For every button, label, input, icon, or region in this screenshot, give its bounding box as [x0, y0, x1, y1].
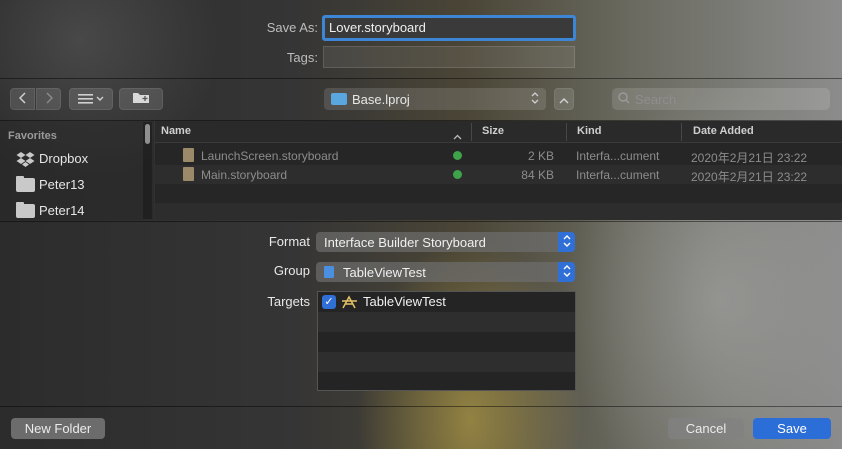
tags-input[interactable] — [323, 46, 575, 68]
file-kind: Interfa...cument — [576, 168, 660, 182]
column-header-kind[interactable]: Kind — [577, 125, 601, 137]
column-header-name[interactable]: Name — [161, 125, 191, 137]
group-label: Group — [273, 263, 310, 278]
targets-label: Targets — [267, 294, 310, 309]
checkmark-status-icon — [453, 151, 462, 160]
column-divider[interactable] — [566, 123, 567, 141]
divider — [0, 406, 842, 407]
divider — [0, 221, 842, 222]
updown-chevron-icon — [558, 232, 575, 252]
table-row[interactable]: Main.storyboard 84 KB Interfa...cument 2… — [155, 165, 842, 184]
table-row-empty — [155, 184, 842, 203]
updown-chevron-icon — [531, 91, 539, 108]
file-name: LaunchScreen.storyboard — [201, 149, 339, 163]
sort-chevron-icon — [453, 128, 462, 143]
file-kind: Interfa...cument — [576, 149, 660, 163]
save-dialog: Save As: Lover.storyboard Tags: Base.lpr… — [0, 0, 842, 449]
column-header-date-added[interactable]: Date Added — [693, 125, 754, 137]
new-folder-button[interactable]: New Folder — [11, 418, 105, 439]
location-popup[interactable]: Base.lproj — [324, 88, 546, 110]
file-date-added: 2020年2月21日 23:22 — [691, 170, 808, 184]
format-value: Interface Builder Storyboard — [324, 234, 486, 250]
save-button[interactable]: Save — [753, 418, 831, 439]
cancel-button[interactable]: Cancel — [668, 418, 744, 439]
sidebar-item-label: Dropbox — [39, 151, 89, 166]
target-row-empty — [318, 372, 575, 390]
sidebar: Favorites Dropbox Peter13 Peter14 — [0, 121, 154, 220]
table-header: Name Size Kind Date Added — [155, 121, 842, 143]
storyboard-file-icon — [183, 148, 194, 162]
column-header-size[interactable]: Size — [482, 125, 504, 137]
tags-label: Tags: — [286, 50, 318, 65]
view-mode-button[interactable] — [69, 88, 113, 110]
sidebar-scrollbar[interactable] — [143, 122, 152, 219]
file-size: 2 KB — [527, 149, 554, 163]
sidebar-item-dropbox[interactable]: Dropbox — [16, 151, 89, 167]
scrollbar-thumb[interactable] — [145, 124, 150, 144]
sidebar-section-favorites: Favorites — [8, 130, 57, 142]
search-field[interactable]: Search — [612, 88, 830, 110]
app-target-icon — [341, 295, 358, 309]
new-folder-icon-button[interactable] — [119, 88, 163, 110]
search-icon — [618, 91, 630, 107]
table-row[interactable]: LaunchScreen.storyboard 2 KB Interfa...c… — [155, 146, 842, 165]
expand-collapse-button[interactable] — [554, 88, 574, 110]
folder-icon — [16, 175, 35, 192]
save-as-label: Save As: — [266, 20, 318, 35]
chevron-left-icon — [18, 91, 27, 107]
format-label: Format — [268, 234, 310, 249]
file-table: Name Size Kind Date Added LaunchScreen.s… — [155, 121, 842, 220]
format-select[interactable]: Interface Builder Storyboard — [316, 232, 575, 252]
dropbox-icon — [16, 151, 35, 167]
sidebar-item-peter14[interactable]: Peter14 — [16, 201, 85, 218]
back-button[interactable] — [10, 88, 35, 110]
target-row[interactable]: ✓ TableViewTest — [318, 292, 575, 312]
chevron-up-icon — [559, 92, 569, 107]
forward-button[interactable] — [36, 88, 61, 110]
folder-icon — [16, 201, 35, 218]
save-as-input[interactable]: Lover.storyboard — [322, 15, 576, 41]
column-divider[interactable] — [471, 123, 472, 141]
folder-plus-icon — [132, 91, 150, 107]
group-select[interactable]: TableViewTest — [316, 262, 575, 282]
updown-chevron-icon — [558, 262, 575, 282]
file-date-added: 2020年2月21日 23:22 — [691, 151, 808, 165]
group-value: TableViewTest — [343, 264, 426, 280]
target-row-empty — [318, 352, 575, 372]
project-icon — [324, 266, 334, 278]
list-view-icon — [78, 92, 104, 107]
file-size: 84 KB — [521, 168, 554, 182]
target-checkbox[interactable]: ✓ — [322, 295, 336, 309]
sidebar-item-label: Peter13 — [39, 177, 85, 192]
column-divider[interactable] — [681, 123, 682, 141]
targets-list: ✓ TableViewTest — [317, 291, 576, 391]
search-input[interactable]: Search — [635, 92, 676, 107]
chevron-right-icon — [45, 91, 53, 107]
table-row-empty — [155, 203, 842, 220]
target-label: TableViewTest — [363, 294, 446, 309]
folder-icon — [331, 93, 347, 105]
target-row-empty — [318, 312, 575, 332]
location-label: Base.lproj — [352, 91, 410, 107]
checkmark-status-icon — [453, 170, 462, 179]
sidebar-item-label: Peter14 — [39, 203, 85, 218]
file-name: Main.storyboard — [201, 168, 288, 182]
target-row-empty — [318, 332, 575, 352]
sidebar-item-peter13[interactable]: Peter13 — [16, 175, 85, 192]
storyboard-file-icon — [183, 167, 194, 181]
divider — [0, 78, 842, 79]
